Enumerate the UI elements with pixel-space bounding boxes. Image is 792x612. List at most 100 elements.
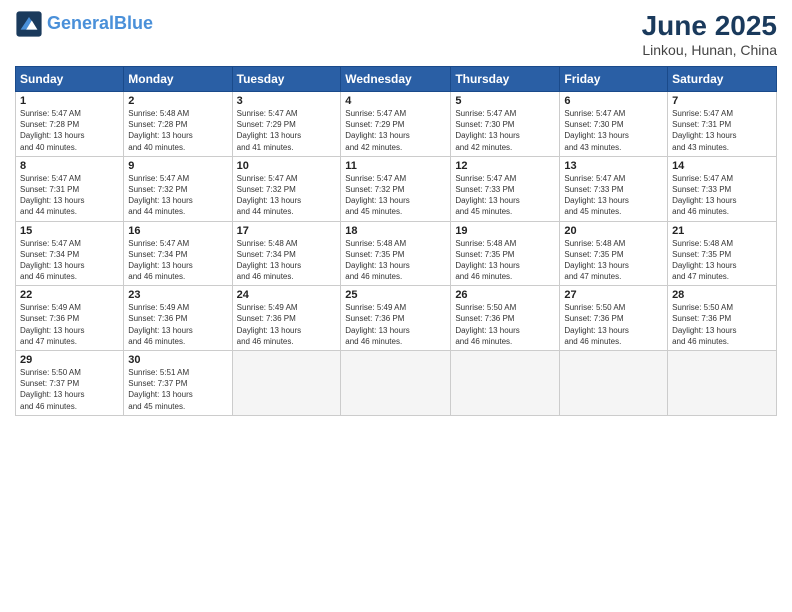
- day-info: Sunrise: 5:50 AM Sunset: 7:37 PM Dayligh…: [20, 367, 119, 412]
- day-info: Sunrise: 5:47 AM Sunset: 7:28 PM Dayligh…: [20, 108, 119, 153]
- calendar-cell: 10Sunrise: 5:47 AM Sunset: 7:32 PM Dayli…: [232, 156, 341, 221]
- calendar-cell: 15Sunrise: 5:47 AM Sunset: 7:34 PM Dayli…: [16, 221, 124, 286]
- calendar-cell: 26Sunrise: 5:50 AM Sunset: 7:36 PM Dayli…: [451, 286, 560, 351]
- day-number: 9: [128, 160, 227, 172]
- calendar-cell: [232, 351, 341, 416]
- logo-line2: Blue: [114, 13, 153, 33]
- calendar-title: June 2025: [642, 10, 777, 42]
- day-info: Sunrise: 5:47 AM Sunset: 7:32 PM Dayligh…: [128, 173, 227, 218]
- day-number: 26: [455, 289, 555, 301]
- calendar-cell: 5Sunrise: 5:47 AM Sunset: 7:30 PM Daylig…: [451, 92, 560, 157]
- col-friday: Friday: [560, 67, 668, 92]
- calendar-week-row: 8Sunrise: 5:47 AM Sunset: 7:31 PM Daylig…: [16, 156, 777, 221]
- day-number: 30: [128, 354, 227, 366]
- day-number: 20: [564, 225, 663, 237]
- calendar-cell: 24Sunrise: 5:49 AM Sunset: 7:36 PM Dayli…: [232, 286, 341, 351]
- day-info: Sunrise: 5:49 AM Sunset: 7:36 PM Dayligh…: [20, 302, 119, 347]
- day-number: 21: [672, 225, 772, 237]
- calendar-cell: 25Sunrise: 5:49 AM Sunset: 7:36 PM Dayli…: [341, 286, 451, 351]
- day-info: Sunrise: 5:47 AM Sunset: 7:33 PM Dayligh…: [672, 173, 772, 218]
- day-number: 5: [455, 95, 555, 107]
- day-number: 18: [345, 225, 446, 237]
- calendar-subtitle: Linkou, Hunan, China: [642, 42, 777, 58]
- day-number: 6: [564, 95, 663, 107]
- calendar-cell: 1Sunrise: 5:47 AM Sunset: 7:28 PM Daylig…: [16, 92, 124, 157]
- day-info: Sunrise: 5:47 AM Sunset: 7:29 PM Dayligh…: [237, 108, 337, 153]
- day-info: Sunrise: 5:48 AM Sunset: 7:28 PM Dayligh…: [128, 108, 227, 153]
- calendar-cell: 28Sunrise: 5:50 AM Sunset: 7:36 PM Dayli…: [668, 286, 777, 351]
- day-info: Sunrise: 5:47 AM Sunset: 7:32 PM Dayligh…: [345, 173, 446, 218]
- day-number: 15: [20, 225, 119, 237]
- calendar-cell: [451, 351, 560, 416]
- logo-text: GeneralBlue: [47, 14, 153, 34]
- calendar-cell: 19Sunrise: 5:48 AM Sunset: 7:35 PM Dayli…: [451, 221, 560, 286]
- day-number: 12: [455, 160, 555, 172]
- day-info: Sunrise: 5:47 AM Sunset: 7:29 PM Dayligh…: [345, 108, 446, 153]
- day-number: 24: [237, 289, 337, 301]
- calendar-cell: 22Sunrise: 5:49 AM Sunset: 7:36 PM Dayli…: [16, 286, 124, 351]
- day-info: Sunrise: 5:49 AM Sunset: 7:36 PM Dayligh…: [237, 302, 337, 347]
- day-number: 27: [564, 289, 663, 301]
- day-number: 3: [237, 95, 337, 107]
- day-info: Sunrise: 5:49 AM Sunset: 7:36 PM Dayligh…: [345, 302, 446, 347]
- day-number: 23: [128, 289, 227, 301]
- day-info: Sunrise: 5:48 AM Sunset: 7:35 PM Dayligh…: [455, 238, 555, 283]
- col-sunday: Sunday: [16, 67, 124, 92]
- day-number: 25: [345, 289, 446, 301]
- day-info: Sunrise: 5:47 AM Sunset: 7:31 PM Dayligh…: [672, 108, 772, 153]
- day-info: Sunrise: 5:47 AM Sunset: 7:33 PM Dayligh…: [455, 173, 555, 218]
- day-number: 11: [345, 160, 446, 172]
- day-number: 10: [237, 160, 337, 172]
- calendar-cell: 29Sunrise: 5:50 AM Sunset: 7:37 PM Dayli…: [16, 351, 124, 416]
- day-info: Sunrise: 5:48 AM Sunset: 7:34 PM Dayligh…: [237, 238, 337, 283]
- calendar-cell: 7Sunrise: 5:47 AM Sunset: 7:31 PM Daylig…: [668, 92, 777, 157]
- calendar-cell: 27Sunrise: 5:50 AM Sunset: 7:36 PM Dayli…: [560, 286, 668, 351]
- logo: GeneralBlue: [15, 10, 153, 38]
- day-info: Sunrise: 5:48 AM Sunset: 7:35 PM Dayligh…: [345, 238, 446, 283]
- calendar-cell: 20Sunrise: 5:48 AM Sunset: 7:35 PM Dayli…: [560, 221, 668, 286]
- calendar-table: Sunday Monday Tuesday Wednesday Thursday…: [15, 66, 777, 416]
- day-info: Sunrise: 5:47 AM Sunset: 7:30 PM Dayligh…: [564, 108, 663, 153]
- calendar-cell: 8Sunrise: 5:47 AM Sunset: 7:31 PM Daylig…: [16, 156, 124, 221]
- calendar-cell: 23Sunrise: 5:49 AM Sunset: 7:36 PM Dayli…: [124, 286, 232, 351]
- calendar-cell: 13Sunrise: 5:47 AM Sunset: 7:33 PM Dayli…: [560, 156, 668, 221]
- day-info: Sunrise: 5:50 AM Sunset: 7:36 PM Dayligh…: [455, 302, 555, 347]
- col-thursday: Thursday: [451, 67, 560, 92]
- day-number: 13: [564, 160, 663, 172]
- header: GeneralBlue June 2025 Linkou, Hunan, Chi…: [15, 10, 777, 58]
- calendar-cell: 6Sunrise: 5:47 AM Sunset: 7:30 PM Daylig…: [560, 92, 668, 157]
- day-number: 16: [128, 225, 227, 237]
- calendar-cell: 11Sunrise: 5:47 AM Sunset: 7:32 PM Dayli…: [341, 156, 451, 221]
- day-number: 7: [672, 95, 772, 107]
- title-block: June 2025 Linkou, Hunan, China: [642, 10, 777, 58]
- calendar-cell: 2Sunrise: 5:48 AM Sunset: 7:28 PM Daylig…: [124, 92, 232, 157]
- calendar-cell: 30Sunrise: 5:51 AM Sunset: 7:37 PM Dayli…: [124, 351, 232, 416]
- calendar-header-row: Sunday Monday Tuesday Wednesday Thursday…: [16, 67, 777, 92]
- calendar-cell: 21Sunrise: 5:48 AM Sunset: 7:35 PM Dayli…: [668, 221, 777, 286]
- day-info: Sunrise: 5:47 AM Sunset: 7:33 PM Dayligh…: [564, 173, 663, 218]
- day-number: 19: [455, 225, 555, 237]
- day-info: Sunrise: 5:47 AM Sunset: 7:30 PM Dayligh…: [455, 108, 555, 153]
- calendar-cell: 3Sunrise: 5:47 AM Sunset: 7:29 PM Daylig…: [232, 92, 341, 157]
- calendar-cell: 12Sunrise: 5:47 AM Sunset: 7:33 PM Dayli…: [451, 156, 560, 221]
- day-info: Sunrise: 5:50 AM Sunset: 7:36 PM Dayligh…: [672, 302, 772, 347]
- calendar-cell: [560, 351, 668, 416]
- day-number: 2: [128, 95, 227, 107]
- day-info: Sunrise: 5:47 AM Sunset: 7:34 PM Dayligh…: [20, 238, 119, 283]
- day-number: 17: [237, 225, 337, 237]
- calendar-cell: 16Sunrise: 5:47 AM Sunset: 7:34 PM Dayli…: [124, 221, 232, 286]
- day-number: 28: [672, 289, 772, 301]
- col-monday: Monday: [124, 67, 232, 92]
- day-info: Sunrise: 5:47 AM Sunset: 7:32 PM Dayligh…: [237, 173, 337, 218]
- calendar-cell: [668, 351, 777, 416]
- calendar-week-row: 15Sunrise: 5:47 AM Sunset: 7:34 PM Dayli…: [16, 221, 777, 286]
- day-number: 8: [20, 160, 119, 172]
- calendar-cell: [341, 351, 451, 416]
- day-info: Sunrise: 5:47 AM Sunset: 7:31 PM Dayligh…: [20, 173, 119, 218]
- col-tuesday: Tuesday: [232, 67, 341, 92]
- day-number: 14: [672, 160, 772, 172]
- col-saturday: Saturday: [668, 67, 777, 92]
- calendar-cell: 17Sunrise: 5:48 AM Sunset: 7:34 PM Dayli…: [232, 221, 341, 286]
- day-number: 1: [20, 95, 119, 107]
- day-number: 22: [20, 289, 119, 301]
